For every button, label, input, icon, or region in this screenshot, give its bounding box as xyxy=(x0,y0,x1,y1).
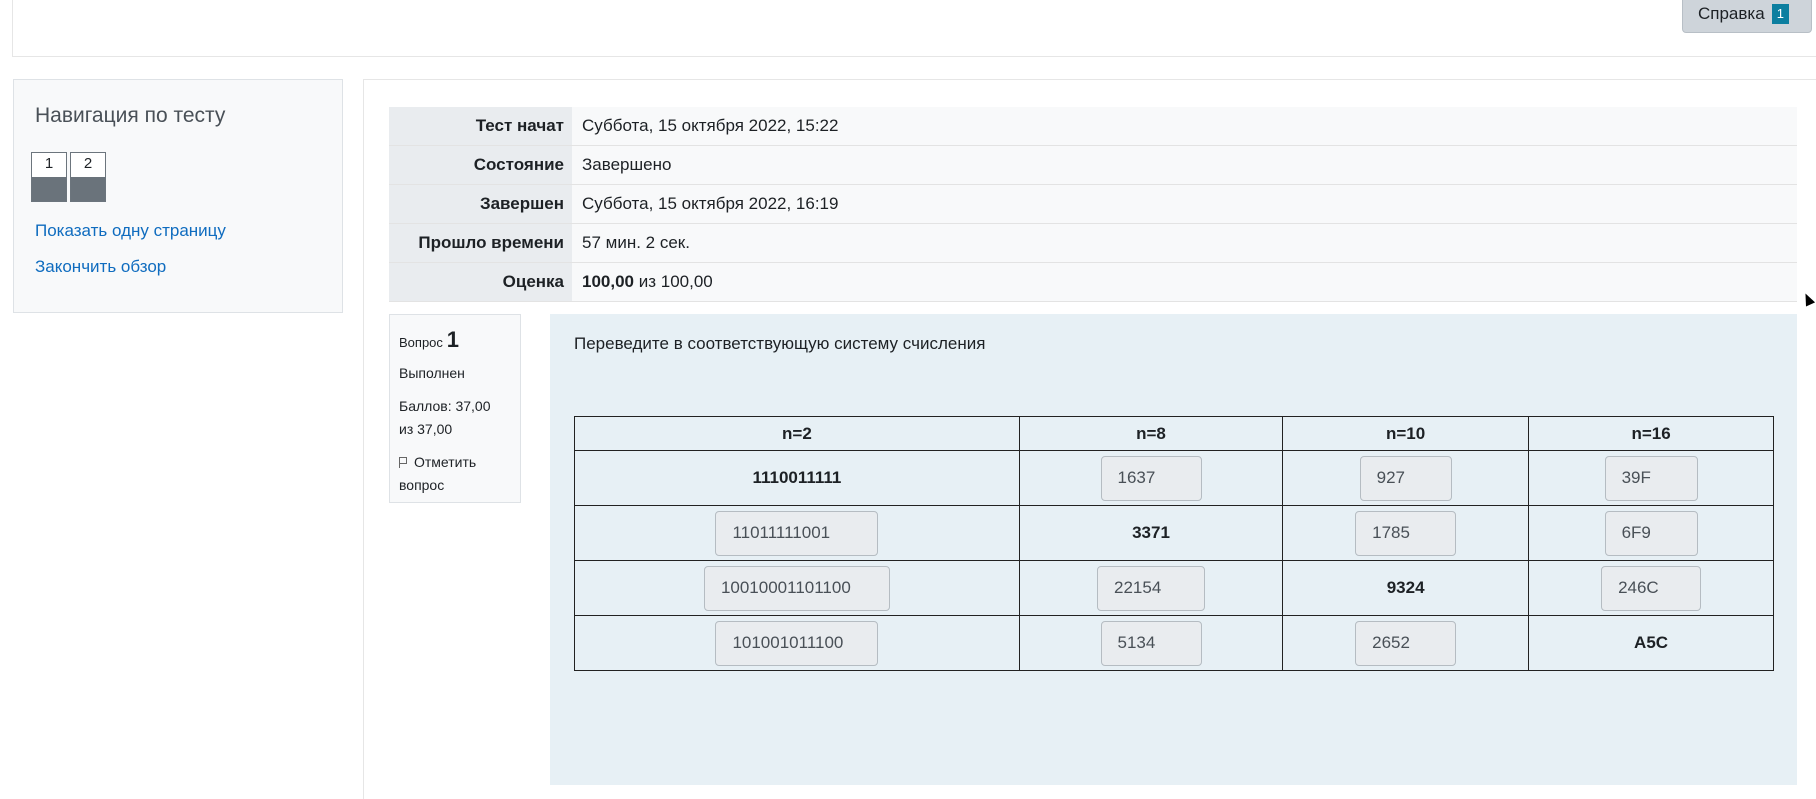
flag-question-button[interactable]: Отметить вопрос xyxy=(399,451,511,497)
answer-input[interactable] xyxy=(1100,455,1202,501)
column-header: n=8 xyxy=(1018,416,1284,451)
grade-suffix: из 100,00 xyxy=(638,272,713,291)
answer-input[interactable] xyxy=(1604,455,1698,501)
answer-input[interactable] xyxy=(1359,455,1452,501)
column-header: n=16 xyxy=(1528,416,1774,451)
summary-value: Суббота, 15 октября 2022, 16:19 xyxy=(572,184,1797,224)
attempt-summary-table: Тест начат Суббота, 15 октября 2022, 15:… xyxy=(389,107,1797,302)
answer-input[interactable] xyxy=(703,565,890,611)
summary-value: Суббота, 15 октября 2022, 15:22 xyxy=(572,107,1797,146)
given-value: 1110011111 xyxy=(574,450,1020,506)
table-cell xyxy=(1528,560,1774,616)
question-content: Переведите в соответствующую систему счи… xyxy=(550,314,1797,785)
answer-input[interactable] xyxy=(1355,510,1457,556)
column-header: n=2 xyxy=(574,416,1020,451)
column-header: n=10 xyxy=(1282,416,1530,451)
question-number: 2 xyxy=(83,155,93,172)
flag-label: Отметить вопрос xyxy=(399,454,477,493)
question-status-fill xyxy=(71,177,105,201)
given-value: A5C xyxy=(1528,615,1774,671)
finish-review-link[interactable]: Закончить обзор xyxy=(35,257,166,277)
question-state: Выполнен xyxy=(399,365,465,381)
table-cell xyxy=(1282,450,1530,506)
summary-label: Завершен xyxy=(389,184,572,224)
table-cell xyxy=(574,505,1020,561)
quiz-navigation-title: Навигация по тесту xyxy=(35,104,226,127)
summary-label: Оценка xyxy=(389,262,572,302)
quiz-nav-question-1[interactable]: 1 xyxy=(31,152,67,202)
answer-input[interactable] xyxy=(1601,565,1702,611)
quiz-nav-question-2[interactable]: 2 xyxy=(70,152,106,202)
help-button[interactable]: Справка 1 xyxy=(1682,0,1812,33)
question-label: Вопрос xyxy=(399,335,443,350)
summary-row-state: Состояние Завершено xyxy=(389,145,1797,185)
table-row: 1110011111 xyxy=(574,450,1774,506)
answer-input[interactable] xyxy=(1355,620,1457,666)
quiz-navigation-block: Навигация по тесту 1 2 Показать одну стр… xyxy=(13,79,343,313)
summary-label: Состояние xyxy=(389,145,572,185)
summary-value: 100,00 из 100,00 xyxy=(572,262,1797,302)
summary-row-started: Тест начат Суббота, 15 октября 2022, 15:… xyxy=(389,107,1797,146)
question-number: 1 xyxy=(44,155,54,172)
table-cell xyxy=(1528,450,1774,506)
table-cell xyxy=(1018,450,1284,506)
show-one-page-link[interactable]: Показать одну страницу xyxy=(35,221,226,241)
given-value: 9324 xyxy=(1282,560,1530,616)
question-status-fill xyxy=(32,177,66,201)
summary-label: Прошло времени xyxy=(389,223,572,263)
question-text: Переведите в соответствующую систему счи… xyxy=(574,334,986,353)
answer-input[interactable] xyxy=(1100,620,1202,666)
help-badge: 1 xyxy=(1771,3,1789,24)
table-cell xyxy=(1528,505,1774,561)
answer-input[interactable] xyxy=(1097,565,1205,611)
page-header: Справка 1 xyxy=(12,0,1816,57)
summary-row-time: Прошло времени 57 мин. 2 сек. xyxy=(389,223,1797,263)
question-heading: Вопрос 1 xyxy=(399,327,511,353)
answer-input[interactable] xyxy=(1604,510,1698,556)
table-header-row: n=2 n=8 n=10 n=16 xyxy=(574,416,1774,451)
answer-input[interactable] xyxy=(715,510,879,556)
table-cell xyxy=(574,615,1020,671)
conversion-table: n=2 n=8 n=10 n=16 1110011111 3371 9324 xyxy=(574,416,1774,671)
table-cell xyxy=(574,560,1020,616)
summary-row-grade: Оценка 100,00 из 100,00 xyxy=(389,262,1797,302)
question-info: Вопрос 1 Выполнен Баллов: 37,00 из 37,00… xyxy=(389,314,521,503)
flag-icon xyxy=(399,457,408,468)
grade-value: 100,00 xyxy=(582,272,634,291)
question-number: 1 xyxy=(446,327,460,352)
table-cell xyxy=(1018,560,1284,616)
table-cell xyxy=(1282,505,1530,561)
table-row: 3371 xyxy=(574,505,1774,561)
help-label: Справка xyxy=(1698,3,1765,23)
summary-value: 57 мин. 2 сек. xyxy=(572,223,1797,263)
table-cell xyxy=(1018,615,1284,671)
summary-row-completed: Завершен Суббота, 15 октября 2022, 16:19 xyxy=(389,184,1797,224)
table-cell xyxy=(1282,615,1530,671)
summary-label: Тест начат xyxy=(389,107,572,146)
question-grade: Баллов: 37,00 из 37,00 xyxy=(399,398,491,437)
summary-value: Завершено xyxy=(572,145,1797,185)
table-row: A5C xyxy=(574,615,1774,671)
given-value: 3371 xyxy=(1018,505,1284,561)
answer-input[interactable] xyxy=(715,620,879,666)
table-row: 9324 xyxy=(574,560,1774,616)
